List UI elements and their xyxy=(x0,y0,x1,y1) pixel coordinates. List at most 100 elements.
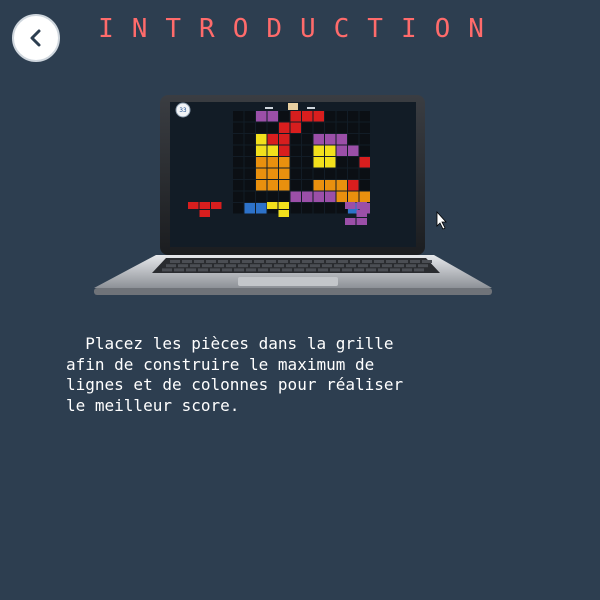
keyboard-key xyxy=(318,268,328,272)
board-cell xyxy=(290,134,301,145)
board-cell xyxy=(244,180,255,191)
keyboard-key xyxy=(162,268,172,272)
keyboard-key xyxy=(322,264,332,268)
keyboard-key xyxy=(222,268,232,272)
board-cell xyxy=(256,134,267,145)
board-cell xyxy=(325,203,336,214)
board-cell xyxy=(290,203,301,214)
keyboard-key xyxy=(206,260,216,263)
piece-cell xyxy=(267,202,278,209)
keyboard-key xyxy=(326,260,336,263)
board-cell xyxy=(313,134,324,145)
board-cell xyxy=(325,180,336,191)
board-cell xyxy=(256,111,267,122)
keyboard-key xyxy=(382,264,392,268)
keyboard-key xyxy=(290,260,300,263)
keyboard-key xyxy=(182,260,192,263)
board-cell xyxy=(359,180,370,191)
keyboard-key xyxy=(330,268,340,272)
keyboard-key xyxy=(294,268,304,272)
keyboard-key xyxy=(278,260,288,263)
board-cell xyxy=(267,168,278,179)
board-cell xyxy=(267,134,278,145)
board-cell xyxy=(302,180,313,191)
piece-cell xyxy=(199,210,210,217)
piece-cell xyxy=(278,202,289,209)
keyboard-key xyxy=(202,264,212,268)
board-cell xyxy=(302,111,313,122)
board-cell xyxy=(313,111,324,122)
board-cell xyxy=(233,134,244,145)
board-cell xyxy=(290,111,301,122)
keyboard-key xyxy=(398,260,408,263)
keyboard-key xyxy=(286,264,296,268)
board-cell xyxy=(348,134,359,145)
board-cell xyxy=(302,145,313,156)
board-cell xyxy=(325,191,336,202)
keyboard-key xyxy=(266,260,276,263)
keyboard-key xyxy=(342,268,352,272)
board-cell xyxy=(325,134,336,145)
board-cell xyxy=(313,191,324,202)
board-cell xyxy=(336,191,347,202)
keyboard-key xyxy=(378,268,388,272)
score-value: 33 xyxy=(179,107,187,114)
board-cell xyxy=(348,180,359,191)
keyboard-key xyxy=(210,268,220,272)
board-cell xyxy=(233,180,244,191)
piece-cell xyxy=(211,202,222,209)
board-cell xyxy=(267,180,278,191)
board-cell xyxy=(267,111,278,122)
board-cell xyxy=(256,180,267,191)
keyboard-key xyxy=(422,260,432,263)
board-cell xyxy=(267,145,278,156)
board-cell xyxy=(336,157,347,168)
board-cell xyxy=(279,111,290,122)
board-cell xyxy=(313,157,324,168)
piece-cell xyxy=(356,210,367,217)
keyboard-key xyxy=(418,264,428,268)
board-cell xyxy=(359,168,370,179)
keyboard-key xyxy=(402,268,412,272)
board-cell xyxy=(233,122,244,133)
keyboard-key xyxy=(338,260,348,263)
piece-cell xyxy=(356,218,367,225)
keyboard-key xyxy=(194,260,204,263)
keyboard-key xyxy=(186,268,196,272)
keyboard-key xyxy=(270,268,280,272)
board-cell xyxy=(279,180,290,191)
board-cell xyxy=(302,122,313,133)
keyboard-key xyxy=(410,260,420,263)
board-cell xyxy=(244,122,255,133)
board-cell xyxy=(359,111,370,122)
board-cell xyxy=(256,145,267,156)
board-cell xyxy=(256,122,267,133)
piece-cell xyxy=(345,218,356,225)
keyboard-key xyxy=(370,264,380,268)
board-cell xyxy=(290,157,301,168)
board-cell xyxy=(302,203,313,214)
board-cell xyxy=(359,134,370,145)
board-cell xyxy=(233,145,244,156)
board-cell xyxy=(233,157,244,168)
board-cell xyxy=(302,157,313,168)
board-cell xyxy=(348,111,359,122)
board-cell xyxy=(244,111,255,122)
board-cell xyxy=(313,180,324,191)
board-cell xyxy=(233,191,244,202)
board-cell xyxy=(313,168,324,179)
board-cell xyxy=(279,168,290,179)
board-cell xyxy=(290,122,301,133)
board-cell xyxy=(244,134,255,145)
board-cell xyxy=(336,122,347,133)
board-cell xyxy=(348,145,359,156)
keyboard-key xyxy=(310,264,320,268)
board-cell xyxy=(233,203,244,214)
board-cell xyxy=(359,157,370,168)
board-cell xyxy=(359,122,370,133)
keyboard-key xyxy=(334,264,344,268)
board-cell xyxy=(302,191,313,202)
keyboard-key xyxy=(226,264,236,268)
board-cell xyxy=(336,145,347,156)
board-cell xyxy=(244,145,255,156)
